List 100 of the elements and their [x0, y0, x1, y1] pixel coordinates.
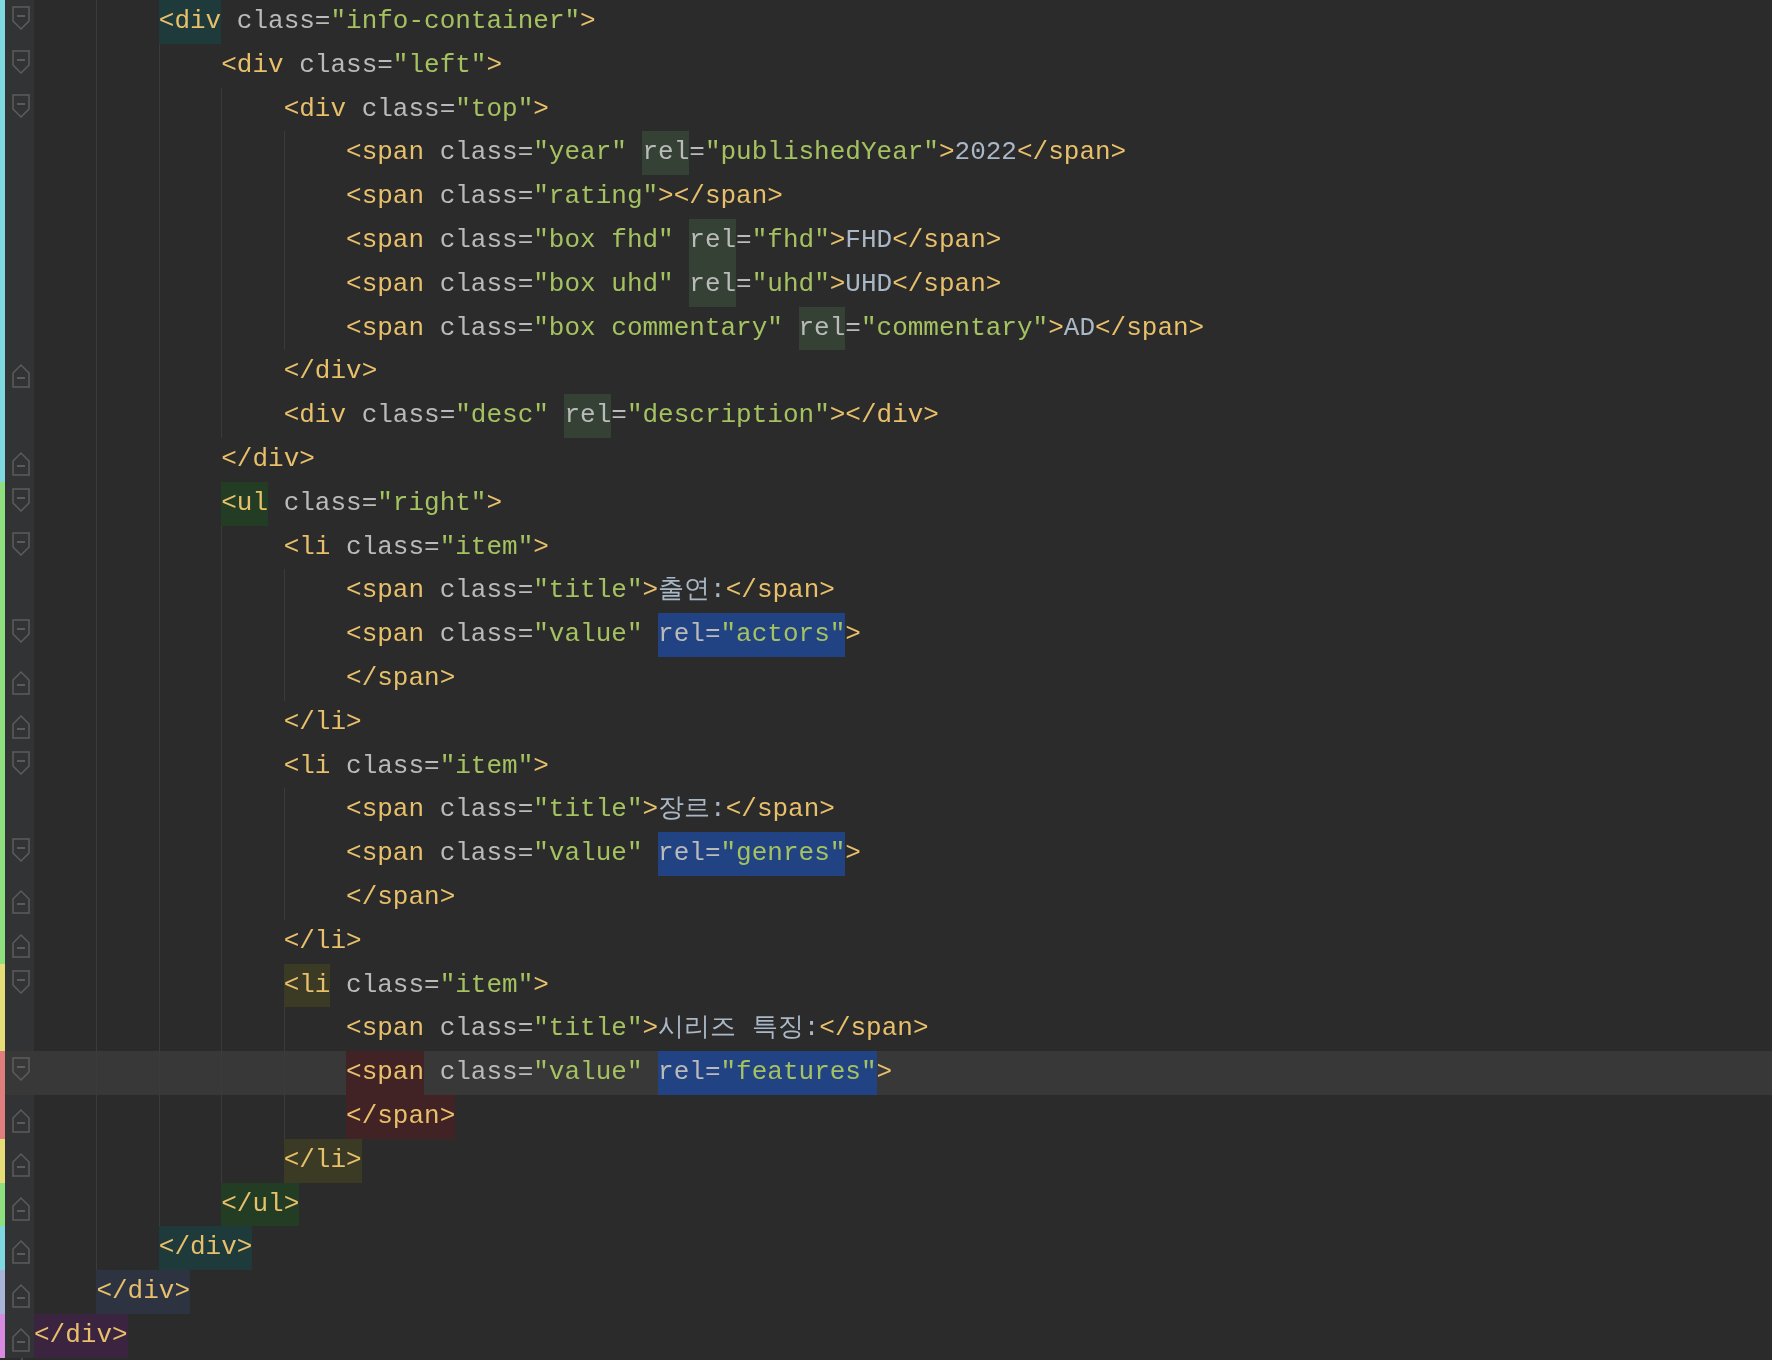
attribute-value: "title": [533, 1012, 643, 1046]
attribute-name: rel: [689, 219, 737, 263]
html-tag: </span>: [892, 219, 1002, 263]
html-tag: >: [486, 481, 503, 526]
html-tag: <div: [221, 43, 284, 88]
html-tag: >: [533, 963, 549, 1008]
html-tag: <li: [283, 744, 331, 789]
html-tag: <span: [346, 219, 425, 263]
attribute-name: class=: [345, 749, 440, 783]
attribute-value: "genres": [720, 832, 846, 876]
html-tag: >: [938, 131, 955, 176]
text-content: UHD: [845, 267, 893, 301]
html-tag: <span: [346, 1051, 425, 1095]
html-tag: >: [486, 43, 503, 88]
html-tag: </span>: [725, 569, 835, 614]
attribute-name: class=: [298, 48, 393, 82]
attribute-value: "box uhd": [533, 267, 675, 301]
attribute-value: "value": [533, 1056, 644, 1090]
html-tag: </li>: [283, 1138, 362, 1183]
text-content: 출연:: [658, 574, 726, 608]
attribute-name: class=: [438, 311, 534, 345]
html-tag: <span: [346, 175, 425, 219]
html-tag: >: [876, 1051, 893, 1095]
attribute-name: class=: [345, 530, 440, 564]
attribute-name: class=: [438, 837, 534, 871]
html-tag: >: [533, 744, 549, 789]
attribute-value: "title": [533, 574, 643, 608]
html-tag: </span>: [1095, 306, 1205, 351]
html-tag: <span: [346, 131, 425, 176]
attribute-name: =: [845, 311, 861, 345]
html-tag: ></span>: [658, 175, 783, 219]
attribute-value: "publishedYear": [704, 136, 939, 170]
text-content: 2022: [954, 136, 1017, 170]
html-tag: <span: [346, 613, 425, 657]
attribute-name: =: [736, 224, 752, 257]
attribute-name: class=: [438, 267, 534, 301]
attribute-name: rel: [642, 131, 690, 176]
attribute-name: class=: [438, 574, 534, 608]
html-tag: ></div>: [829, 394, 939, 438]
html-tag: </div>: [158, 1226, 253, 1271]
attribute-name: class=: [438, 793, 534, 827]
attribute-name: class=: [438, 1056, 534, 1090]
html-tag: >: [642, 569, 659, 614]
html-tag: </span>: [725, 788, 835, 833]
attribute-name: class=: [345, 968, 440, 1002]
attribute-value: "value": [533, 618, 644, 652]
html-tag: >: [829, 219, 846, 263]
html-tag: <span: [346, 306, 425, 351]
attribute-name: =: [689, 136, 705, 170]
attribute-name: rel=: [658, 613, 721, 657]
html-tag: <ul: [221, 481, 269, 526]
attribute-value: "description": [626, 399, 830, 433]
attribute-value: "item": [439, 530, 534, 564]
attribute-value: "uhd": [751, 267, 830, 301]
attribute-name: rel: [689, 262, 737, 307]
attribute-name: class=: [438, 136, 534, 170]
html-tag: >: [1048, 306, 1064, 351]
html-tag: <span: [346, 788, 425, 833]
attribute-name: rel: [564, 394, 612, 438]
attribute-value: "desc": [455, 399, 550, 433]
html-tag: </div>: [221, 437, 315, 482]
text-content: 장르:: [658, 793, 726, 827]
attribute-name: rel: [798, 306, 846, 351]
attribute-name: class=: [438, 618, 534, 652]
attribute-value: "item": [439, 749, 534, 783]
html-tag: </ul>: [221, 1182, 300, 1227]
html-tag: </span>: [346, 1094, 456, 1139]
attribute-name: rel=: [658, 1051, 721, 1095]
attribute-value: "fhd": [751, 224, 830, 257]
attribute-value: "commentary": [860, 311, 1049, 345]
attribute-value: "value": [533, 837, 644, 871]
attribute-value: "info-container": [330, 5, 581, 38]
text-content: 시리즈 특징:: [658, 1012, 820, 1046]
attribute-name: class=: [438, 180, 534, 214]
html-tag: </li>: [283, 700, 362, 745]
html-tag: >: [533, 525, 549, 570]
attribute-name: =: [611, 399, 627, 433]
attribute-name: class=: [360, 399, 456, 433]
attribute-name: class=: [438, 1012, 534, 1046]
attribute-value: "box commentary": [533, 311, 784, 345]
html-tag: </div>: [34, 1313, 128, 1358]
html-tag: <span: [346, 569, 425, 614]
html-tag: </div>: [96, 1270, 191, 1314]
html-tag: >: [642, 1007, 659, 1052]
html-tag: </span>: [346, 656, 456, 701]
html-tag: </span>: [346, 875, 456, 920]
attribute-value: "actors": [720, 613, 846, 657]
attribute-value: "top": [455, 92, 534, 126]
attribute-name: class=: [438, 224, 534, 257]
attribute-name: rel=: [658, 832, 721, 876]
attribute-name: class=: [282, 486, 378, 520]
text-content: AD: [1063, 311, 1095, 345]
html-tag: </li>: [283, 919, 362, 964]
attribute-value: "rating": [533, 180, 659, 214]
html-tag: <div: [283, 87, 347, 132]
html-tag: <li: [283, 963, 331, 1008]
attribute-value: "item": [439, 968, 534, 1002]
html-tag: <div: [283, 394, 347, 438]
attribute-value: "left": [392, 48, 487, 82]
attribute-name: class=: [360, 92, 456, 126]
